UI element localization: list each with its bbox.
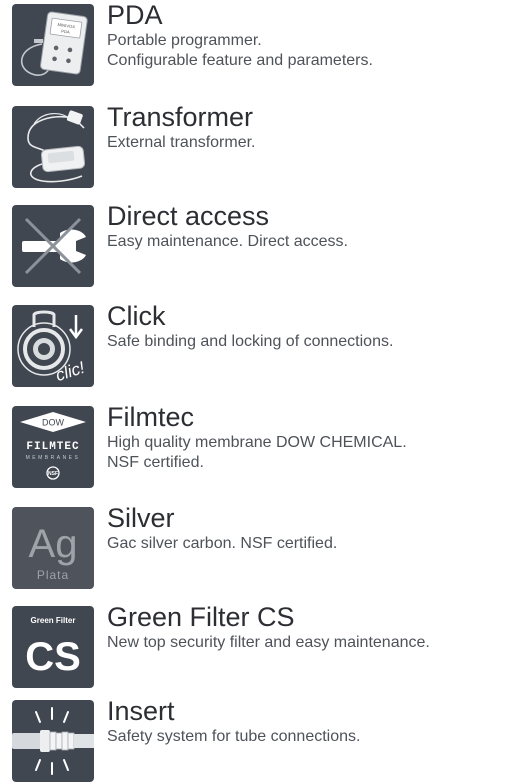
feature-text-filmtec: Filmtec High quality membrane DOW CHEMIC…: [107, 402, 517, 473]
insert-tile: [12, 700, 94, 782]
feature-text-transformer: Transformer External transformer.: [107, 102, 517, 153]
feature-text-pda: PDA Portable programmer. Configurable fe…: [107, 0, 517, 71]
filmtec-logo-icon: DOW FILMTEC MEMBRANES NSF: [20, 412, 86, 480]
pda-tile: MINIVOX PDA: [12, 4, 94, 86]
feature-silver: Ag Plata Silver Gac silver carbon. NSF c…: [12, 503, 517, 589]
feature-pda: MINIVOX PDA PDA Portable programmer. Con…: [12, 0, 517, 86]
transformer-icon: [27, 110, 86, 183]
feature-title: Insert: [107, 696, 175, 726]
green-filter-cs-icon: Green Filter CS: [25, 616, 81, 679]
feature-filmtec: DOW FILMTEC MEMBRANES NSF Filmtec High q…: [12, 402, 517, 488]
feature-text-direct-access: Direct access Easy maintenance. Direct a…: [107, 201, 517, 252]
feature-text-silver: Silver Gac silver carbon. NSF certified.: [107, 503, 517, 554]
feature-description-line: External transformer.: [107, 134, 256, 151]
feature-description-line: New top security filter and easy mainten…: [107, 634, 430, 651]
click-icon: clic!: [17, 310, 87, 385]
silver-label-text: Plata: [37, 568, 69, 582]
feature-text-click: Click Safe binding and locking of connec…: [107, 301, 517, 352]
green-filter-cs-tile: Green Filter CS: [12, 606, 94, 688]
silver-icon: Ag Plata: [29, 522, 78, 582]
feature-description-line: Configurable feature and parameters.: [107, 52, 373, 69]
feature-green-filter-cs: Green Filter CS Green Filter CS New top …: [12, 602, 517, 688]
feature-description-line: Easy maintenance. Direct access.: [107, 233, 348, 250]
silver-symbol-text: Ag: [29, 522, 78, 566]
silver-tile: Ag Plata: [12, 507, 94, 589]
feature-transformer: Transformer External transformer.: [12, 102, 517, 188]
feature-title: PDA: [107, 0, 163, 30]
click-tile: clic!: [12, 305, 94, 387]
insert-icon: [12, 707, 94, 775]
feature-title: Transformer: [107, 102, 254, 132]
cs-logo-text: CS: [25, 635, 81, 679]
feature-description-line: Gac silver carbon. NSF certified.: [107, 535, 338, 552]
green-filter-logo-text: Green Filter: [31, 616, 76, 625]
feature-description-line: Safety system for tube connections.: [107, 728, 361, 745]
filmtec-tile: DOW FILMTEC MEMBRANES NSF: [12, 406, 94, 488]
feature-description-line: High quality membrane DOW CHEMICAL.: [107, 434, 407, 451]
feature-title: Click: [107, 301, 166, 331]
pda-icon: MINIVOX PDA: [21, 11, 88, 76]
direct-access-icon: [22, 217, 86, 275]
feature-description-line: Safe binding and locking of connections.: [107, 333, 394, 350]
feature-text-green-filter-cs: Green Filter CS New top security filter …: [107, 602, 517, 653]
feature-text-insert: Insert Safety system for tube connection…: [107, 696, 517, 747]
filmtec-logo-text: FILMTEC: [26, 441, 79, 453]
transformer-tile: [12, 106, 94, 188]
direct-access-tile: [12, 205, 94, 287]
feature-title: Direct access: [107, 201, 270, 231]
feature-description-line: NSF certified.: [107, 454, 204, 471]
feature-click: clic! Click Safe binding and locking of …: [12, 301, 517, 387]
feature-description-line: Portable programmer.: [107, 32, 262, 49]
nsf-logo-text: NSF: [48, 471, 58, 477]
feature-insert: Insert Safety system for tube connection…: [12, 696, 517, 782]
feature-direct-access: Direct access Easy maintenance. Direct a…: [12, 201, 517, 287]
feature-title: Green Filter CS: [107, 602, 295, 632]
feature-title: Silver: [107, 503, 175, 533]
membranes-logo-text: MEMBRANES: [26, 455, 81, 461]
dow-logo-text: DOW: [42, 418, 65, 428]
feature-title: Filmtec: [107, 402, 194, 432]
